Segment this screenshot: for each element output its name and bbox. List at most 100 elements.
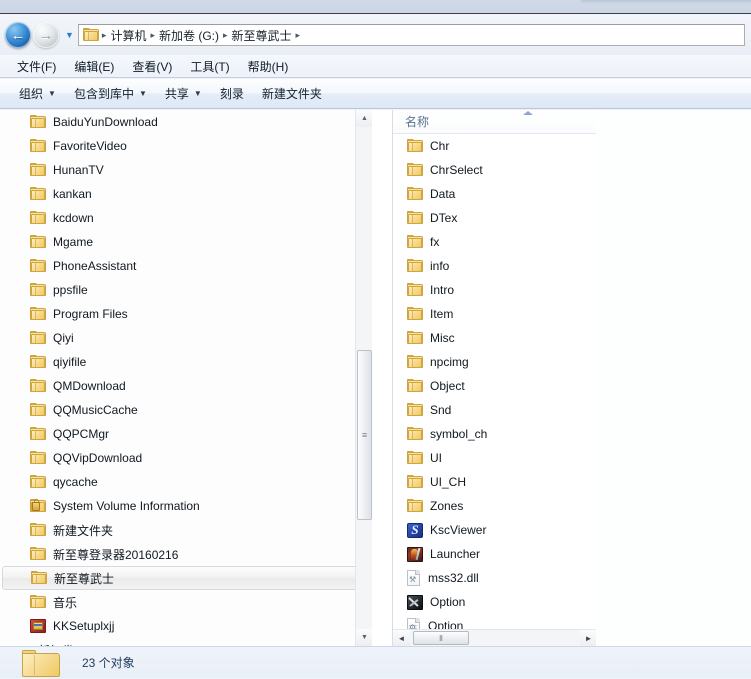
file-list-item-label: ChrSelect [430, 163, 483, 177]
tree-item[interactable]: PhoneAssistant [0, 254, 372, 278]
folder-icon [30, 235, 46, 249]
tree-item[interactable]: kankan [0, 182, 372, 206]
address-bar: ← → ▼ ▸ 计算机 ▸ 新加卷 (G:) ▸ 新至尊武士 ▸ [0, 15, 751, 55]
file-list-item[interactable]: Option [393, 590, 596, 614]
tree-item[interactable]: ppsfile [0, 278, 372, 302]
tree-item-label: 新建文件夹 [53, 522, 113, 539]
tree-item[interactable]: QQPCMgr [0, 422, 372, 446]
tree-item[interactable]: kcdown [0, 206, 372, 230]
file-list-item-label: fx [430, 235, 439, 249]
tree-item[interactable]: QQMusicCache [0, 398, 372, 422]
folder-icon [407, 139, 423, 153]
folder-icon [407, 187, 423, 201]
tree-item[interactable]: Program Files [0, 302, 372, 326]
tree-item-label: 新至尊武士 [54, 570, 114, 587]
file-list-item[interactable]: Intro [393, 278, 596, 302]
burn-button[interactable]: 刻录 [211, 81, 253, 106]
navigation-pane[interactable]: BaiduYunDownloadFavoriteVideoHunanTV kank… [0, 110, 372, 646]
tree-item[interactable]: KKSetuplxjj [0, 614, 372, 638]
file-list-item[interactable]: DTex [393, 206, 596, 230]
file-list-item[interactable]: symbol_ch [393, 422, 596, 446]
title-bar-glass-accent [581, 0, 751, 4]
file-list-item[interactable]: UI_CH [393, 470, 596, 494]
file-list-horizontal-scrollbar[interactable]: ◄ Ⅱ ► [393, 629, 596, 646]
file-list-pane[interactable]: 名称 Chr ChrSelect DataDTex fx info IntroItemMi… [392, 110, 596, 646]
breadcrumb-separator-3[interactable]: ▸ [295, 30, 302, 41]
scrollbar-thumb[interactable]: ≡ [357, 350, 372, 520]
forward-button[interactable]: → [33, 22, 59, 48]
tree-item[interactable]: QMDownload [0, 374, 372, 398]
history-dropdown-button[interactable]: ▼ [65, 31, 74, 40]
tree-item[interactable]: Qiyi [0, 326, 372, 350]
file-list-item-label: symbol_ch [430, 427, 487, 441]
menu-item-edit[interactable]: 编辑(E) [65, 56, 123, 77]
tree-item[interactable]: 新至尊武士 [2, 566, 368, 590]
file-list-item[interactable]: Misc [393, 326, 596, 350]
navigation-tree: BaiduYunDownloadFavoriteVideoHunanTV kank… [0, 110, 372, 646]
file-list-item[interactable]: info [393, 254, 596, 278]
navigation-pane-scrollbar[interactable]: ▲ ≡ ▼ [355, 110, 372, 646]
file-list-item[interactable]: npcimg [393, 350, 596, 374]
triangle-right-icon: ► [585, 634, 593, 643]
breadcrumb[interactable]: ▸ 计算机 ▸ 新加卷 (G:) ▸ 新至尊武士 ▸ [78, 24, 745, 46]
tree-item-label: kankan [53, 187, 92, 201]
scroll-down-button[interactable]: ▼ [356, 629, 372, 646]
tree-item[interactable]: 新至尊登录器20160216 [0, 542, 372, 566]
menu-item-view[interactable]: 查看(V) [123, 56, 181, 77]
folder-icon [30, 379, 46, 393]
tree-item[interactable]: QQVipDownload [0, 446, 372, 470]
ksc-viewer-icon: S [407, 523, 423, 538]
file-list-item[interactable]: Launcher [393, 542, 596, 566]
file-list-item-label: Option [430, 595, 465, 609]
folder-icon [30, 283, 46, 297]
tree-item[interactable]: 新建文件夹 [0, 518, 372, 542]
tree-item[interactable]: FavoriteVideo [0, 134, 372, 158]
menu-item-tools[interactable]: 工具(T) [181, 56, 238, 77]
file-list-item-label: UI [430, 451, 442, 465]
file-list-item[interactable]: ⚒mss32.dll [393, 566, 596, 590]
file-list-item[interactable]: UI [393, 446, 596, 470]
file-list-item[interactable]: Snd [393, 398, 596, 422]
folder-icon [407, 331, 423, 345]
file-list-item[interactable]: Object [393, 374, 596, 398]
file-list-item[interactable]: Chr [393, 134, 596, 158]
breadcrumb-item-current-folder[interactable]: 新至尊武士 [229, 26, 295, 45]
file-list-item[interactable]: Data [393, 182, 596, 206]
file-list-item-label: info [430, 259, 449, 273]
breadcrumb-item-computer[interactable]: 计算机 [107, 26, 149, 45]
tree-item[interactable]: BaiduYunDownload [0, 110, 372, 134]
tree-item[interactable]: HunanTV [0, 158, 372, 182]
tree-item-label: Mgame [53, 235, 93, 249]
breadcrumb-item-drive-g[interactable]: 新加卷 (G:) [156, 26, 222, 45]
scroll-right-button[interactable]: ► [580, 630, 596, 646]
menu-item-file[interactable]: 文件(F) [8, 56, 65, 77]
organize-button[interactable]: 组织 ▼ [10, 81, 65, 106]
include-in-library-button[interactable]: 包含到库中 ▼ [65, 81, 156, 106]
file-list-item[interactable]: ChrSelect [393, 158, 596, 182]
scroll-up-button[interactable]: ▲ [356, 110, 372, 127]
tree-item[interactable]: System Volume Information [0, 494, 372, 518]
folder-icon [30, 547, 46, 561]
tree-item[interactable]: qycache [0, 470, 372, 494]
file-list-item[interactable]: Zones [393, 494, 596, 518]
tree-item[interactable]: 新加卷 (H:) [0, 638, 372, 646]
folder-icon [30, 139, 46, 153]
column-header-name[interactable]: 名称 [393, 110, 596, 134]
folder-icon [407, 403, 423, 417]
tree-item[interactable]: Mgame [0, 230, 372, 254]
tree-item[interactable]: 音乐 [0, 590, 372, 614]
scrollbar-thumb[interactable]: Ⅱ [413, 631, 469, 645]
tree-item[interactable]: qiyifile [0, 350, 372, 374]
file-list-item[interactable]: SKscViewer [393, 518, 596, 542]
new-folder-button[interactable]: 新建文件夹 [253, 81, 331, 106]
file-list-item[interactable]: fx [393, 230, 596, 254]
folder-icon [31, 571, 47, 585]
file-list-item[interactable]: Item [393, 302, 596, 326]
share-button[interactable]: 共享 ▼ [156, 81, 211, 106]
menu-item-help[interactable]: 帮助(H) [239, 56, 298, 77]
file-list-item-label: UI_CH [430, 475, 466, 489]
folder-icon [407, 379, 423, 393]
back-button[interactable]: ← [5, 22, 31, 48]
scroll-left-button[interactable]: ◄ [393, 630, 410, 646]
tree-item-label: System Volume Information [53, 499, 200, 513]
